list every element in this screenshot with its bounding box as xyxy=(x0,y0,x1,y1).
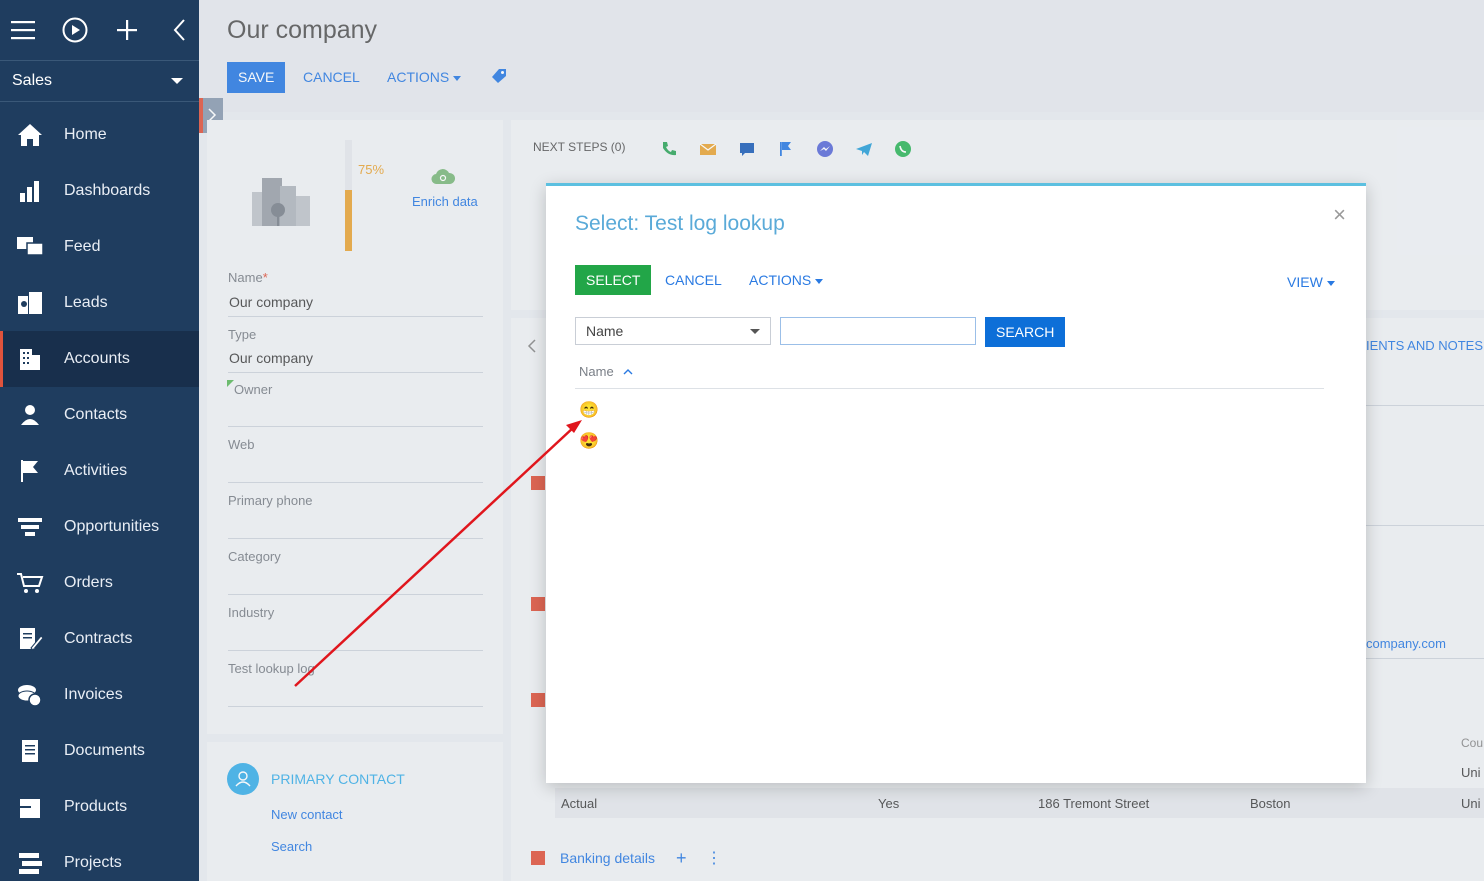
annotation-arrow xyxy=(294,420,582,687)
